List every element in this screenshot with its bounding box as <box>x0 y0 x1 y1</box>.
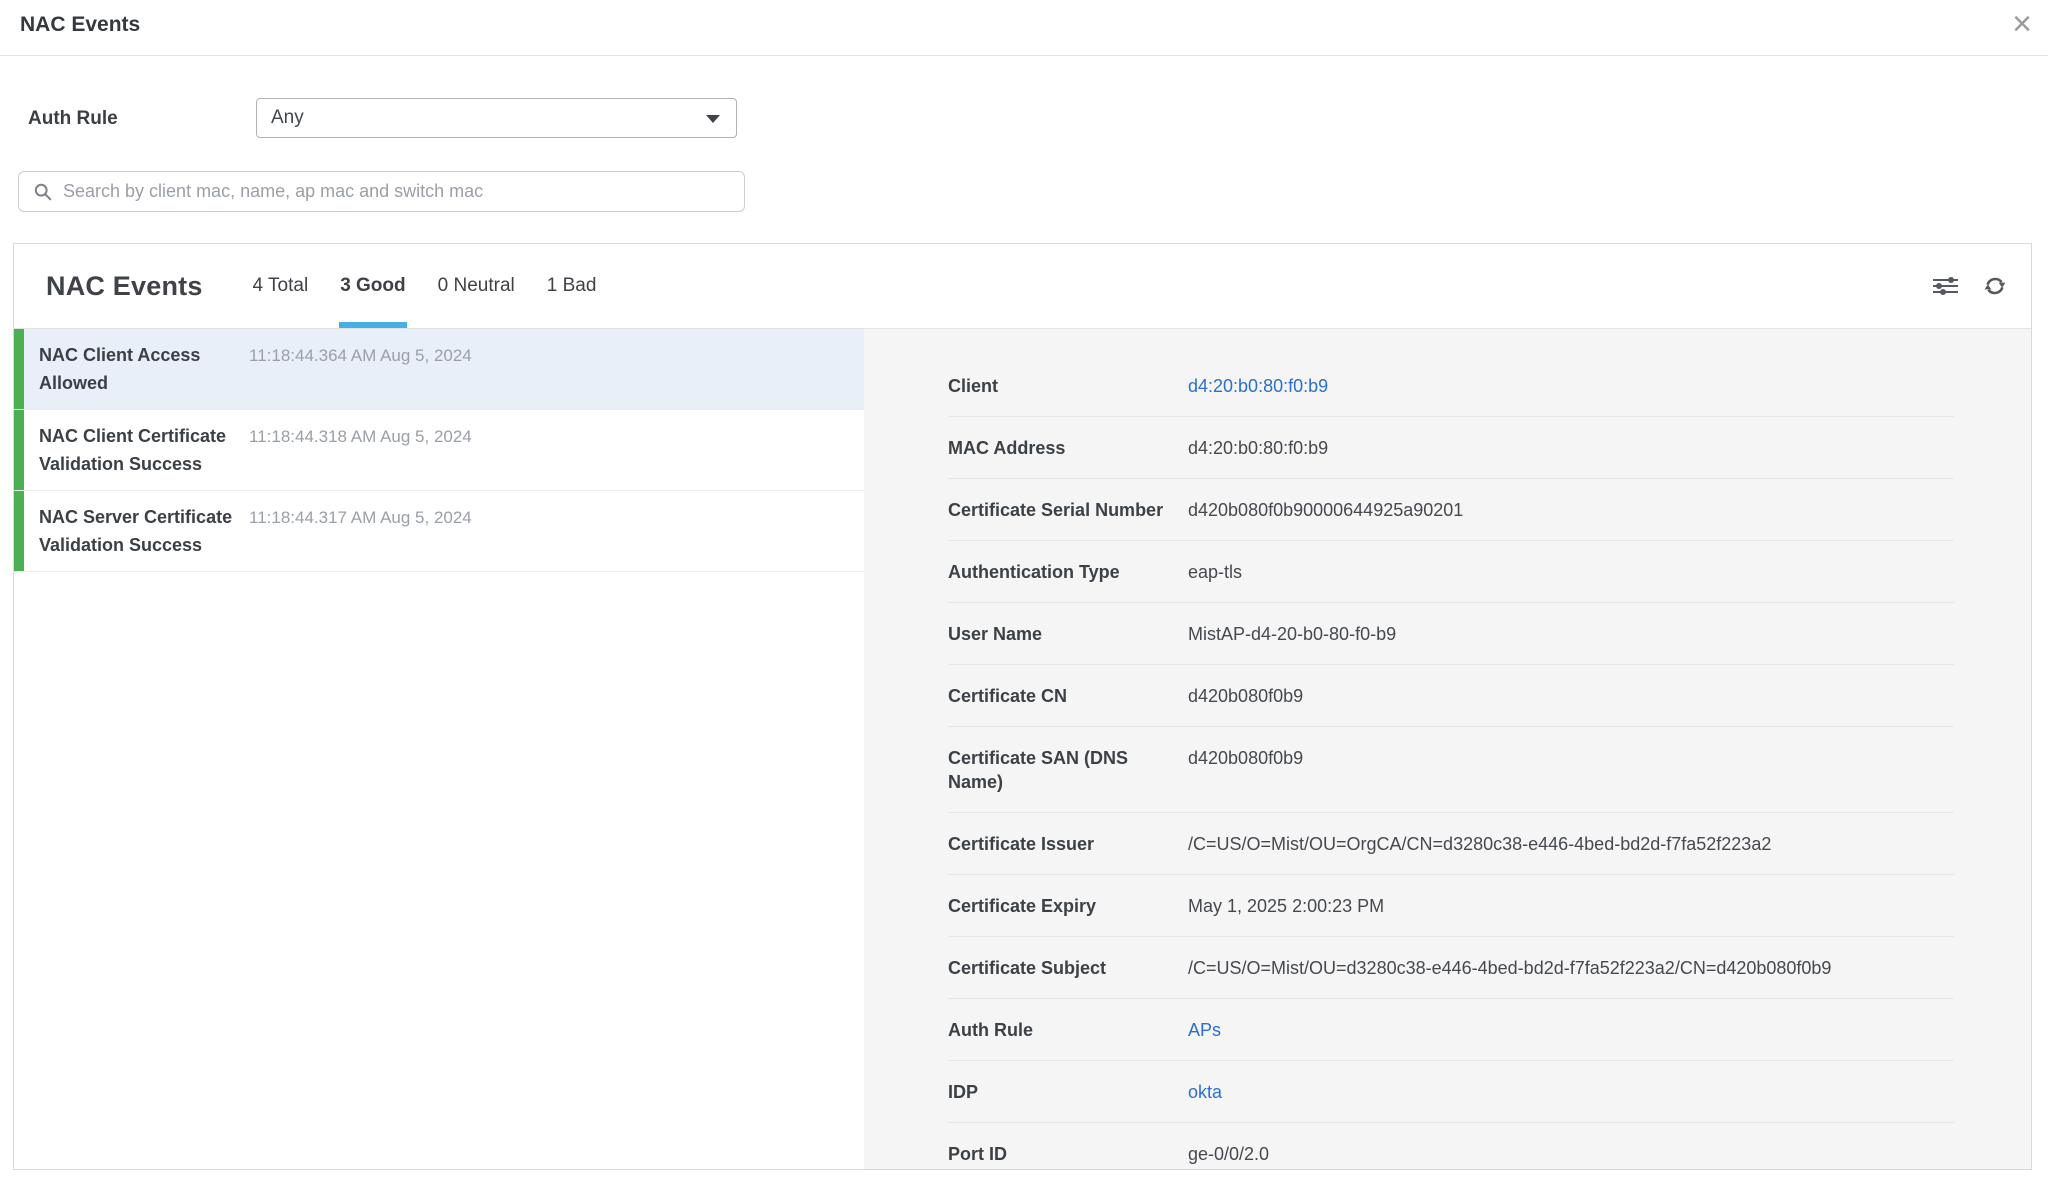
status-bar-good <box>14 410 24 490</box>
detail-row: Certificate CNd420b080f0b9 <box>948 665 1954 727</box>
chevron-down-icon <box>706 115 720 123</box>
auth-rule-dropdown[interactable]: Any <box>256 98 737 138</box>
tab-neutral[interactable]: 0 Neutral <box>438 244 515 328</box>
detail-value: d420b080f0b9 <box>1188 684 1303 708</box>
event-timestamp: 11:18:44.318 AM Aug 5, 2024 <box>249 422 472 447</box>
detail-value: ge-0/0/2.0 <box>1188 1142 1269 1166</box>
sliders-icon <box>1932 275 1959 297</box>
search-icon <box>34 183 52 201</box>
tab-good[interactable]: 3 Good <box>340 244 405 328</box>
tab-bad[interactable]: 1 Bad <box>547 244 597 328</box>
panel-header-actions <box>1932 274 2007 298</box>
detail-row: Port IDge-0/0/2.0 <box>948 1123 1954 1169</box>
event-title: NAC Client Certificate Validation Succes… <box>39 422 239 478</box>
refresh-icon <box>1983 274 2007 298</box>
tab-total[interactable]: 4 Total <box>253 244 309 328</box>
page-title: NAC Events <box>20 13 140 37</box>
auth-rule-selected-value: Any <box>271 107 304 128</box>
detail-row: Certificate SAN (DNS Name)d420b080f0b9 <box>948 727 1954 813</box>
detail-label: MAC Address <box>948 436 1188 460</box>
detail-row: Certificate Serial Numberd420b080f0b9000… <box>948 479 1954 541</box>
detail-label: Certificate Subject <box>948 956 1188 980</box>
detail-label: Certificate SAN (DNS Name) <box>948 746 1188 794</box>
events-panel-body: NAC Client Access Allowed 11:18:44.364 AM… <box>14 329 2031 1169</box>
nac-events-page: { "colors": { "accent": "#4aaee6", "good… <box>0 0 2048 1177</box>
detail-label: Certificate Serial Number <box>948 498 1188 522</box>
detail-row: Auth RuleAPs <box>948 999 1954 1061</box>
close-icon[interactable]: × <box>2012 4 2032 45</box>
detail-row: User NameMistAP-d4-20-b0-80-f0-b9 <box>948 603 1954 665</box>
status-bar-good <box>14 329 24 409</box>
detail-value-link[interactable]: d4:20:b0:80:f0:b9 <box>1188 374 1328 398</box>
refresh-button[interactable] <box>1983 274 2007 298</box>
detail-row: Certificate Subject/C=US/O=Mist/OU=d3280… <box>948 937 1954 999</box>
detail-label: User Name <box>948 622 1188 646</box>
events-panel-header: NAC Events 4 Total 3 Good 0 Neutral 1 Bad <box>14 244 2031 329</box>
event-count-tabs: 4 Total 3 Good 0 Neutral 1 Bad <box>253 244 597 328</box>
detail-value: /C=US/O=Mist/OU=d3280c38-e446-4bed-bd2d-… <box>1188 956 1831 980</box>
detail-label: Auth Rule <box>948 1018 1188 1042</box>
event-timestamp: 11:18:44.317 AM Aug 5, 2024 <box>249 503 472 528</box>
detail-value-link[interactable]: APs <box>1188 1018 1221 1042</box>
detail-label: Certificate Expiry <box>948 894 1188 918</box>
detail-label: Client <box>948 374 1188 398</box>
detail-value: eap-tls <box>1188 560 1242 584</box>
events-panel-title: NAC Events <box>46 271 203 302</box>
detail-row: IDPokta <box>948 1061 1954 1123</box>
search-box <box>18 171 745 212</box>
detail-label: IDP <box>948 1080 1188 1104</box>
detail-label: Port ID <box>948 1142 1188 1166</box>
event-title: NAC Server Certificate Validation Succes… <box>39 503 239 559</box>
detail-label: Authentication Type <box>948 560 1188 584</box>
event-list-item[interactable]: NAC Server Certificate Validation Succes… <box>14 491 864 572</box>
detail-value: MistAP-d4-20-b0-80-f0-b9 <box>1188 622 1396 646</box>
detail-value: May 1, 2025 2:00:23 PM <box>1188 894 1384 918</box>
event-list-item[interactable]: NAC Client Certificate Validation Succes… <box>14 410 864 491</box>
detail-label: Certificate Issuer <box>948 832 1188 856</box>
status-bar-good <box>14 491 24 571</box>
detail-value: d420b080f0b9 <box>1188 746 1303 770</box>
detail-value: d4:20:b0:80:f0:b9 <box>1188 436 1328 460</box>
detail-row: MAC Addressd4:20:b0:80:f0:b9 <box>948 417 1954 479</box>
detail-value: d420b080f0b90000644925a90201 <box>1188 498 1463 522</box>
detail-row: Certificate Issuer/C=US/O=Mist/OU=OrgCA/… <box>948 813 1954 875</box>
event-list-item[interactable]: NAC Client Access Allowed 11:18:44.364 AM… <box>14 329 864 410</box>
event-title: NAC Client Access Allowed <box>39 341 239 397</box>
filter-sliders-button[interactable] <box>1932 275 1959 297</box>
events-panel: NAC Events 4 Total 3 Good 0 Neutral 1 Bad <box>13 243 2032 1170</box>
detail-row: Authentication Typeeap-tls <box>948 541 1954 603</box>
search-input[interactable] <box>63 181 732 202</box>
detail-value-link[interactable]: okta <box>1188 1080 1222 1104</box>
detail-value: /C=US/O=Mist/OU=OrgCA/CN=d3280c38-e446-4… <box>1188 832 1771 856</box>
event-list: NAC Client Access Allowed 11:18:44.364 AM… <box>14 329 864 1169</box>
auth-rule-label: Auth Rule <box>28 108 118 130</box>
detail-label: Certificate CN <box>948 684 1188 708</box>
event-timestamp: 11:18:44.364 AM Aug 5, 2024 <box>249 341 472 366</box>
top-bar: NAC Events × <box>0 0 2048 56</box>
event-details: Clientd4:20:b0:80:f0:b9MAC Addressd4:20:… <box>864 329 2031 1169</box>
detail-row: Clientd4:20:b0:80:f0:b9 <box>948 329 1954 417</box>
detail-row: Certificate ExpiryMay 1, 2025 2:00:23 PM <box>948 875 1954 937</box>
